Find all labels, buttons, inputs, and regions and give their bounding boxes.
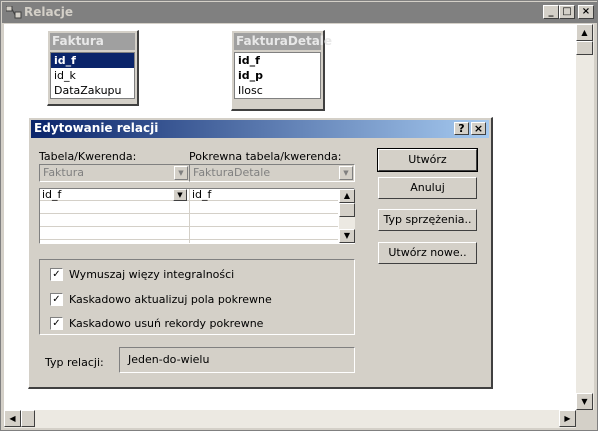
scroll-up-icon[interactable]: ▲ [576,24,593,41]
window-titlebar[interactable]: Relacje _ □ × [2,2,597,23]
table-faktura-fields: id_f id_k DataZakupu [50,52,135,99]
chevron-down-icon[interactable]: ▼ [174,166,188,180]
scroll-down-icon[interactable]: ▼ [339,229,355,243]
field-id_k[interactable]: id_k [51,68,134,83]
table-query-value: Faktura [43,166,84,179]
table-fakturadetale-fields: id_f id_p Ilosc [234,52,321,99]
scroll-right-icon[interactable]: ▶ [559,410,576,427]
left-field-cell[interactable] [40,215,42,227]
left-field-cell[interactable] [40,202,42,214]
scroll-down-icon[interactable]: ▼ [576,393,593,410]
relation-type-value: Jeden-do-wielu [119,347,355,373]
enforce-integrity-label[interactable]: Wymuszaj więzy integralności [69,268,234,281]
dialog-close-button[interactable]: × [471,122,486,135]
grid-scroll-thumb[interactable] [339,203,355,217]
cancel-button[interactable]: Anuluj [378,177,477,199]
create-new-button[interactable]: Utwórz nowe.. [378,242,477,264]
field-id_f[interactable]: id_f [51,53,134,68]
table-faktura-header[interactable]: Faktura [50,33,135,50]
minimize-button[interactable]: _ [543,5,559,19]
field-datazakupu[interactable]: DataZakupu [51,83,134,98]
maximize-button[interactable]: □ [559,5,575,19]
right-field-cell[interactable] [190,202,192,214]
related-table-value: FakturaDetale [193,166,271,179]
field-mapping-grid[interactable]: id_f ▼ id_f ▲ ▼ [39,188,355,244]
cascade-delete-label[interactable]: Kaskadowo usuń rekordy pokrewne [69,317,263,330]
size-grip [576,410,594,428]
scroll-left-icon[interactable]: ◀ [4,410,21,427]
edit-relationship-dialog: Edytowanie relacji ? × Tabela/Kwerenda: … [28,117,493,389]
cascade-update-label[interactable]: Kaskadowo aktualizuj pola pokrewne [69,293,272,306]
vertical-scroll-thumb[interactable] [576,41,593,55]
right-field-cell[interactable]: id_f [190,189,338,201]
horizontal-scrollbar[interactable]: ◀ ▶ [4,410,576,428]
grid-scrollbar[interactable]: ▲ ▼ [339,189,355,243]
table-query-combo[interactable]: Faktura ▼ [39,164,190,182]
enforce-integrity-checkbox[interactable]: ✓ [50,268,63,281]
table-faktura[interactable]: Faktura id_f id_k DataZakupu [47,30,139,106]
field-id_f[interactable]: id_f [235,53,320,68]
vertical-scrollbar[interactable]: ▲ ▼ [576,24,594,410]
cascade-delete-checkbox[interactable]: ✓ [50,317,63,330]
window-title: Relacje [24,5,73,19]
table-fakturadetale-header[interactable]: FakturaDetale [234,33,332,50]
relationships-app-icon [6,6,22,19]
integrity-options-group: ✓ Wymuszaj więzy integralności ✓ Kaskado… [39,259,355,335]
cascade-update-checkbox[interactable]: ✓ [50,293,63,306]
create-button[interactable]: Utwórz [377,148,478,172]
dialog-title: Edytowanie relacji [34,121,159,135]
close-button[interactable]: × [578,5,594,19]
right-field-cell[interactable] [190,228,192,240]
column-divider [189,189,190,243]
table-query-label: Tabela/Kwerenda: [39,150,137,163]
field-id_p[interactable]: id_p [235,68,320,83]
field-ilosc[interactable]: Ilosc [235,83,320,98]
left-field-cell[interactable] [40,228,42,240]
relation-type-label: Typ relacji: [45,356,104,369]
right-field-cell[interactable] [190,215,192,227]
horizontal-scroll-thumb[interactable] [21,410,35,427]
related-table-combo[interactable]: FakturaDetale ▼ [189,164,355,182]
scroll-up-icon[interactable]: ▲ [339,189,355,203]
help-button[interactable]: ? [454,122,469,135]
join-type-button[interactable]: Typ sprzężenia.. [378,209,477,231]
chevron-down-icon[interactable]: ▼ [339,166,353,180]
table-fakturadetale[interactable]: FakturaDetale id_f id_p Ilosc [231,30,332,111]
dialog-titlebar[interactable]: Edytowanie relacji [31,120,489,138]
left-field-cell[interactable]: id_f [40,189,188,201]
related-table-label: Pokrewna tabela/kwerenda: [189,150,342,163]
chevron-down-icon[interactable]: ▼ [173,189,187,201]
